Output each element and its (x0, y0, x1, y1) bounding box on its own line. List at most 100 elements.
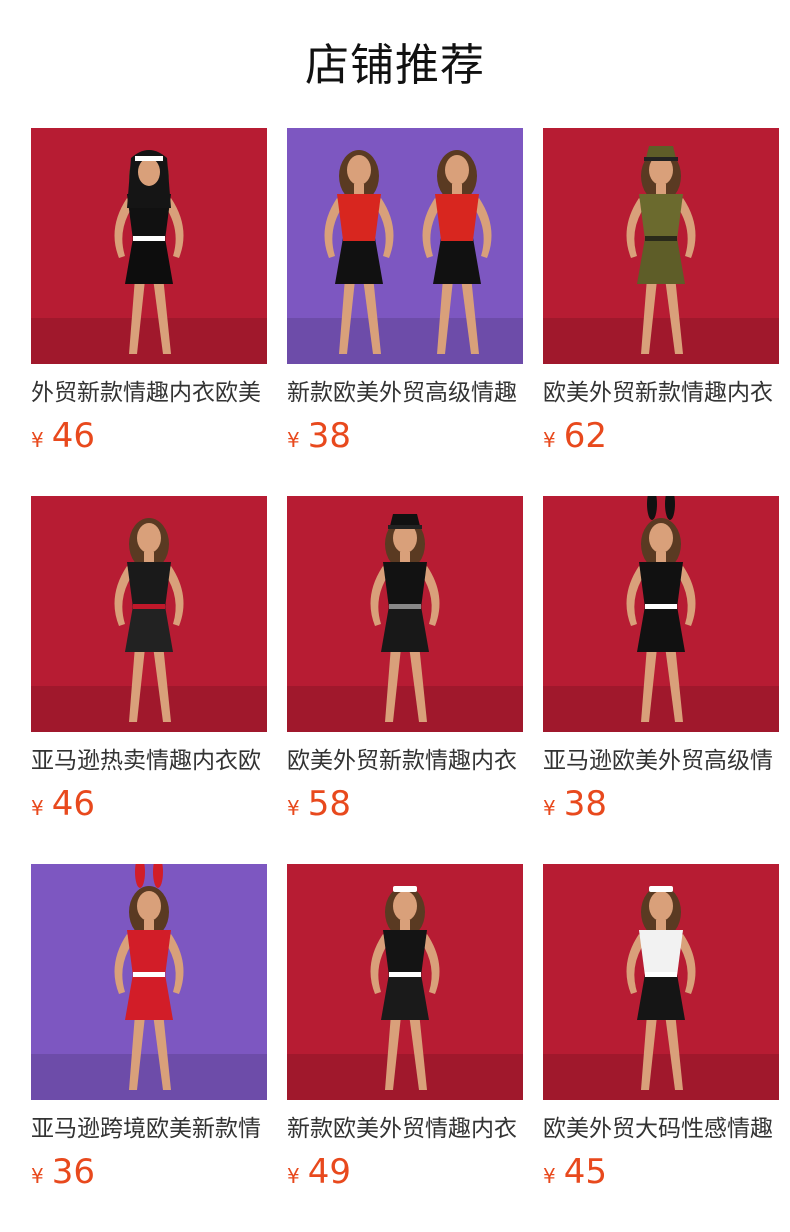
product-card[interactable]: 新款欧美外贸情趣内衣 ¥49 (287, 864, 523, 1204)
product-photo-svg (543, 864, 779, 1100)
currency-symbol: ¥ (31, 1164, 44, 1188)
model-bottom (125, 238, 173, 284)
product-card[interactable]: 亚马逊热卖情趣内衣欧 ¥46 (31, 496, 267, 836)
model-face (445, 155, 469, 185)
photo-floor-shadow (543, 686, 779, 732)
model-face (137, 523, 161, 553)
model-bottom (125, 606, 173, 652)
model-face (137, 891, 161, 921)
price-value: 49 (307, 1152, 351, 1192)
product-title[interactable]: 新款欧美外贸高级情趣 (287, 376, 523, 410)
model-accent (645, 236, 677, 241)
product-card[interactable]: 欧美外贸大码性感情趣 ¥45 (543, 864, 779, 1204)
currency-symbol: ¥ (287, 796, 300, 820)
price-value: 45 (563, 1152, 607, 1192)
photo-floor-shadow (31, 1054, 267, 1100)
product-image[interactable] (543, 128, 779, 364)
product-card[interactable]: 亚马逊欧美外贸高级情 ¥38 (543, 496, 779, 836)
veil-band (135, 156, 163, 161)
product-price: ¥46 (31, 782, 95, 826)
photo-floor-shadow (287, 1054, 523, 1100)
model-accent (645, 972, 677, 977)
product-photo-svg (543, 496, 779, 732)
price-value: 38 (307, 416, 351, 456)
photo-floor-shadow (31, 686, 267, 732)
hat-icon (390, 514, 420, 526)
model-top (639, 930, 683, 976)
product-title[interactable]: 亚马逊跨境欧美新款情 (31, 1112, 267, 1146)
currency-symbol: ¥ (543, 1164, 556, 1188)
product-price: ¥49 (287, 1150, 351, 1194)
product-title[interactable]: 亚马逊欧美外贸高级情 (543, 744, 779, 778)
product-image[interactable] (543, 864, 779, 1100)
model-accent (133, 972, 165, 977)
model-top (383, 562, 427, 608)
product-photo-svg (287, 864, 523, 1100)
product-title[interactable]: 欧美外贸大码性感情趣 (543, 1112, 779, 1146)
price-value: 46 (51, 784, 95, 824)
model-face (347, 155, 371, 185)
model-bottom (335, 238, 383, 284)
model-bottom (125, 974, 173, 1020)
model-accent (389, 972, 421, 977)
model-top (435, 194, 479, 240)
model-top (127, 930, 171, 976)
currency-symbol: ¥ (31, 428, 44, 452)
product-photo-svg (287, 496, 523, 732)
product-card[interactable]: 新款欧美外贸高级情趣 ¥38 (287, 128, 523, 468)
maid-headband-icon (649, 886, 673, 892)
price-value: 58 (307, 784, 351, 824)
product-image[interactable] (287, 496, 523, 732)
model-bottom (637, 606, 685, 652)
model-top (337, 194, 381, 240)
product-price: ¥38 (287, 414, 351, 458)
product-price: ¥38 (543, 782, 607, 826)
product-card[interactable]: 亚马逊跨境欧美新款情 ¥36 (31, 864, 267, 1204)
model-bottom (433, 238, 481, 284)
page-title: 店铺推荐 (305, 40, 485, 91)
model-bottom (381, 974, 429, 1020)
product-image[interactable] (543, 496, 779, 732)
model-bottom (381, 606, 429, 652)
product-image[interactable] (31, 496, 267, 732)
model-accent (441, 236, 473, 241)
product-photo-svg (31, 128, 267, 364)
currency-symbol: ¥ (287, 1164, 300, 1188)
hat-brim (644, 157, 678, 161)
product-title[interactable]: 欧美外贸新款情趣内衣 (287, 744, 523, 778)
model-top (127, 562, 171, 608)
product-title[interactable]: 外贸新款情趣内衣欧美 (31, 376, 267, 410)
product-price: ¥58 (287, 782, 351, 826)
product-title[interactable]: 亚马逊热卖情趣内衣欧 (31, 744, 267, 778)
model-face (138, 158, 160, 186)
product-title[interactable]: 欧美外贸新款情趣内衣 (543, 376, 779, 410)
product-price: ¥36 (31, 1150, 95, 1194)
model-accent (389, 604, 421, 609)
price-value: 62 (563, 416, 607, 456)
model-face (649, 523, 673, 553)
product-card[interactable]: 欧美外贸新款情趣内衣 ¥62 (543, 128, 779, 468)
maid-headband-icon (393, 886, 417, 892)
product-image[interactable] (287, 864, 523, 1100)
model-accent (133, 236, 165, 241)
price-value: 36 (51, 1152, 95, 1192)
product-price: ¥46 (31, 414, 95, 458)
model-accent (343, 236, 375, 241)
product-card[interactable]: 外贸新款情趣内衣欧美 ¥46 (31, 128, 267, 468)
hat-brim (388, 525, 422, 529)
product-image[interactable] (287, 128, 523, 364)
currency-symbol: ¥ (287, 428, 300, 452)
model-bottom (637, 238, 685, 284)
hat-icon (646, 146, 676, 158)
model-accent (645, 604, 677, 609)
model-top (383, 930, 427, 976)
photo-floor-shadow (287, 318, 523, 364)
product-title[interactable]: 新款欧美外贸情趣内衣 (287, 1112, 523, 1146)
currency-symbol: ¥ (543, 796, 556, 820)
product-image[interactable] (31, 128, 267, 364)
product-photo-svg (31, 496, 267, 732)
product-card[interactable]: 欧美外贸新款情趣内衣 ¥58 (287, 496, 523, 836)
product-image[interactable] (31, 864, 267, 1100)
model-accent (133, 604, 165, 609)
product-photo-svg (543, 128, 779, 364)
